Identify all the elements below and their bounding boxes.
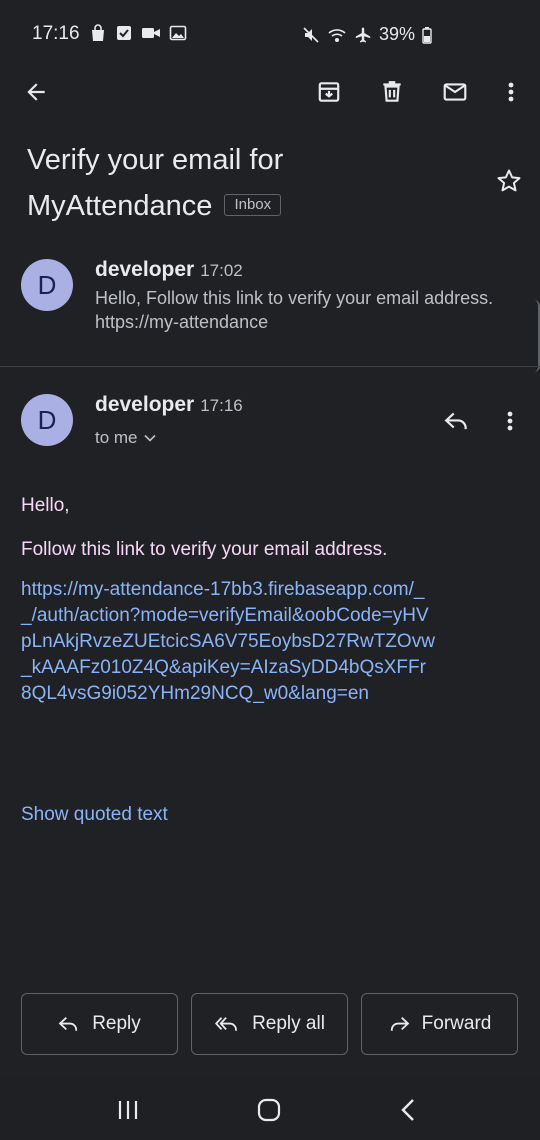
image-icon xyxy=(169,24,187,42)
bag-icon xyxy=(89,24,107,42)
wifi-icon xyxy=(327,26,347,44)
sender-name: developer xyxy=(95,393,195,416)
email-subject: Verify your email for MyAttendance Inbox xyxy=(27,137,467,229)
scroll-indicator xyxy=(534,300,540,372)
message-more-button[interactable] xyxy=(492,401,528,441)
recent-apps-button[interactable] xyxy=(106,1090,150,1130)
chevron-down-icon xyxy=(143,434,156,442)
battery-percent: 39% xyxy=(379,24,416,44)
show-quoted-text-link[interactable]: Show quoted text xyxy=(21,804,168,826)
delete-icon xyxy=(379,79,405,105)
email-screen: 17:16 39% Verify your email for MyAttend… xyxy=(0,0,540,1140)
reply-quick-button[interactable] xyxy=(437,401,477,441)
forward-icon xyxy=(388,1015,410,1033)
system-navigation-bar xyxy=(0,1078,540,1140)
reply-icon xyxy=(444,410,470,432)
status-time: 17:16 xyxy=(32,23,80,44)
recipient-text: to me xyxy=(95,428,138,447)
battery-icon xyxy=(422,26,432,44)
delete-button[interactable] xyxy=(372,72,412,112)
mute-icon xyxy=(302,26,320,44)
recipient-details-toggle[interactable]: to me xyxy=(95,428,156,448)
recent-apps-icon xyxy=(116,1099,140,1121)
mark-unread-icon xyxy=(441,79,469,105)
status-notification-icons xyxy=(89,24,187,42)
status-bar: 17:16 39% xyxy=(0,0,540,68)
forward-button[interactable]: Forward xyxy=(361,993,518,1055)
star-button[interactable] xyxy=(493,165,525,197)
more-options-button[interactable] xyxy=(491,72,531,112)
avatar[interactable]: D xyxy=(21,259,73,311)
message-time: 17:16 xyxy=(200,396,243,415)
verify-link[interactable]: https://my-attendance-17bb3.firebaseapp.… xyxy=(21,577,436,707)
expanded-sender: developer 17:16 xyxy=(95,393,243,417)
message-time: 17:02 xyxy=(200,261,243,280)
message-divider xyxy=(0,366,540,367)
more-vert-icon xyxy=(506,409,514,433)
mark-unread-button[interactable] xyxy=(435,72,475,112)
star-icon xyxy=(495,167,523,195)
collapsed-sender: developer 17:02 xyxy=(95,258,243,282)
reply-all-button[interactable]: Reply all xyxy=(191,993,348,1055)
forward-label: Forward xyxy=(421,1013,492,1034)
back-button[interactable] xyxy=(16,72,56,112)
email-toolbar xyxy=(0,68,540,116)
body-greeting: Hello, xyxy=(21,495,70,516)
archive-icon xyxy=(316,79,342,105)
home-button[interactable] xyxy=(247,1090,291,1130)
reply-icon xyxy=(58,1015,80,1033)
message-body: Hello, Follow this link to verify your e… xyxy=(21,493,491,581)
reply-all-label: Reply all xyxy=(252,1013,325,1034)
message-snippet: Hello, Follow this link to verify your e… xyxy=(95,288,494,332)
checkbox-icon xyxy=(115,24,133,42)
avatar[interactable]: D xyxy=(21,394,73,446)
inbox-label-badge[interactable]: Inbox xyxy=(224,194,282,216)
more-vert-icon xyxy=(507,80,515,104)
reply-all-icon xyxy=(214,1015,240,1033)
sender-name: developer xyxy=(95,258,195,281)
system-back-button[interactable] xyxy=(386,1090,430,1130)
airplane-icon xyxy=(354,26,372,44)
reply-label: Reply xyxy=(92,1013,141,1034)
status-system-icons: 39% xyxy=(302,24,432,45)
back-arrow-icon xyxy=(23,79,49,105)
back-chevron-icon xyxy=(400,1098,416,1122)
home-icon xyxy=(257,1098,281,1122)
body-line: Follow this link to verify your email ad… xyxy=(21,539,388,560)
archive-button[interactable] xyxy=(309,72,349,112)
video-icon xyxy=(141,24,161,42)
reply-button[interactable]: Reply xyxy=(21,993,178,1055)
